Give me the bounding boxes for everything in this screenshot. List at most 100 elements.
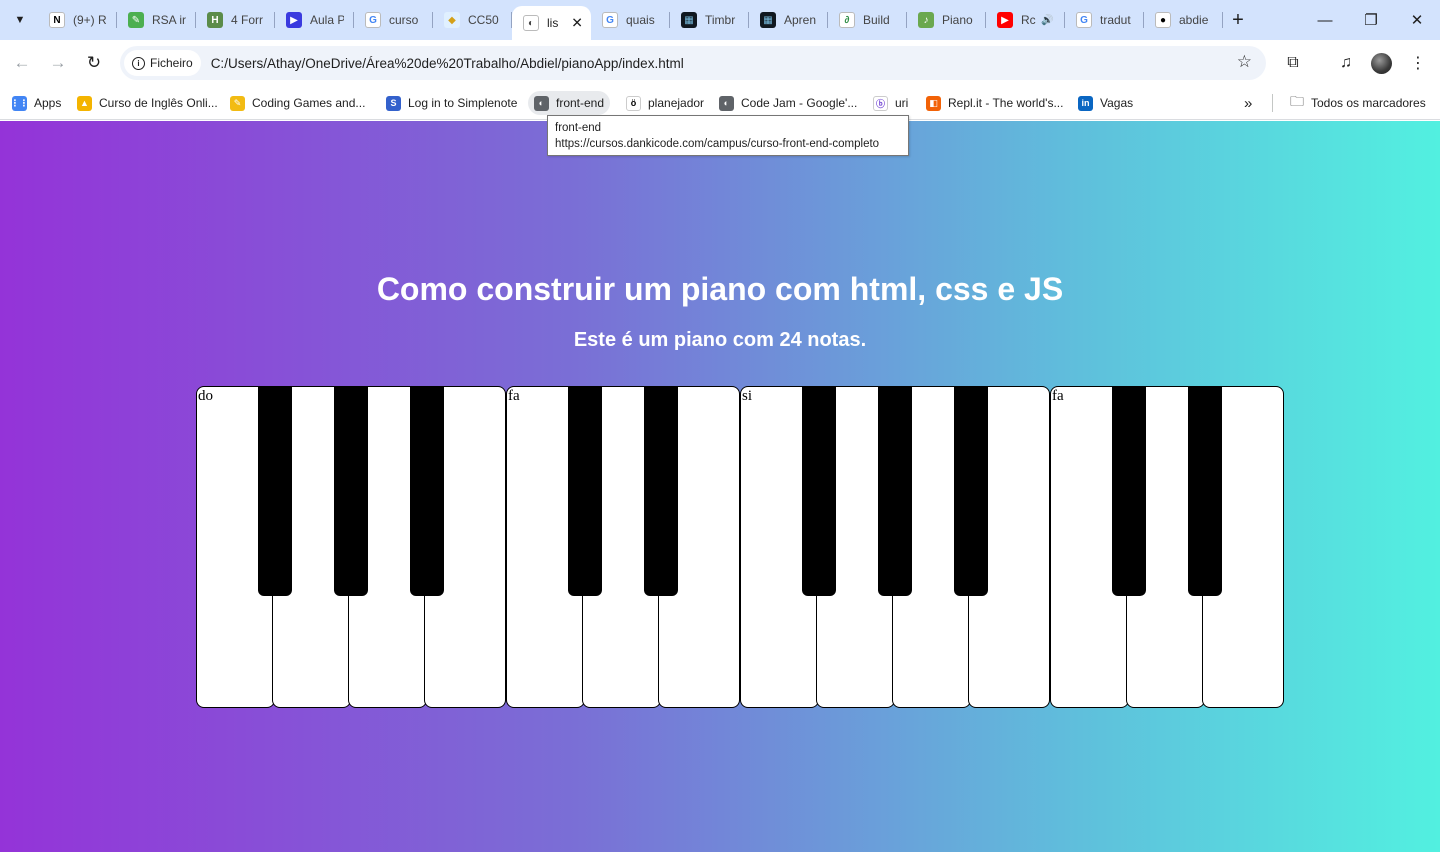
more-bookmarks-button[interactable]: » [1238, 91, 1258, 115]
cc50-icon: ◆ [444, 12, 460, 28]
tab-4[interactable]: Gcurso [354, 0, 433, 40]
bookmark-label: uri [895, 96, 909, 110]
black-key[interactable] [258, 386, 292, 596]
menu-button[interactable]: ⋮ [1403, 48, 1433, 78]
address-bar[interactable]: i Ficheiro C:/Users/Athay/OneDrive/Área%… [120, 46, 1266, 80]
black-key[interactable] [802, 386, 836, 596]
google-icon: G [365, 12, 381, 28]
tab-label: Aula P [310, 13, 344, 27]
replit-icon: ◧ [926, 95, 941, 111]
globe-icon: ◐ [534, 95, 549, 111]
tab-13[interactable]: Gtradut [1065, 0, 1144, 40]
extensions-button[interactable]: ⧉ [1278, 48, 1308, 78]
chevron-down-icon: ▼ [14, 14, 26, 26]
note-label: fa [508, 388, 520, 404]
bookmark-tooltip: front-end https://cursos.dankicode.com/c… [547, 115, 909, 156]
browser-toolbar: ← → ↻ i Ficheiro C:/Users/Athay/OneDrive… [0, 40, 1440, 86]
site-info-label: Ficheiro [150, 56, 193, 70]
speaker-icon[interactable]: 🔊 [1041, 15, 1053, 26]
star-icon[interactable]: ☆ [1237, 52, 1252, 72]
tab-12[interactable]: ▶ Rc 🔊 [986, 0, 1065, 40]
bookmark-item[interactable]: ö planejador [620, 91, 710, 115]
page-subtitle: Este é um piano com 24 notas. [573, 329, 867, 351]
black-key[interactable] [878, 386, 912, 596]
close-tab-icon[interactable]: ✕ [571, 15, 583, 32]
bookmark-label: Apps [34, 96, 62, 110]
google-icon: G [602, 12, 618, 28]
minimize-button[interactable]: — [1302, 0, 1348, 40]
black-key[interactable] [334, 386, 368, 596]
bookmark-label: Coding Games and... [252, 96, 366, 110]
tab-10[interactable]: ∂ Build [828, 0, 907, 40]
arrow-left-icon: ← [13, 53, 31, 72]
bookmark-label: planejador [648, 96, 705, 110]
black-key[interactable] [568, 386, 602, 596]
globe-icon: ◐ [523, 15, 539, 31]
tab-8[interactable]: ▦ Timbr [670, 0, 749, 40]
bookmark-item[interactable]: ◐ Code Jam - Google'... [713, 91, 863, 115]
bookmark-item[interactable]: ◧ Repl.it - The world's... [920, 91, 1069, 115]
media-control-button[interactable]: ♫ [1331, 48, 1361, 78]
bookmark-item[interactable]: ✎ Coding Games and... [224, 91, 371, 115]
new-tab-button[interactable]: + [1224, 6, 1252, 34]
bookmark-label: front-end [556, 96, 605, 110]
tab-label: curso [389, 13, 419, 27]
tab-6[interactable]: ◐ lis ✕ [512, 6, 591, 40]
puzzle-icon: ⧉ [1287, 54, 1299, 71]
bookmark-item[interactable]: ⓑ uri [867, 91, 914, 115]
site-info-chip[interactable]: i Ficheiro [124, 50, 201, 76]
reload-button[interactable]: ↻ [79, 48, 109, 78]
kebab-menu-icon: ⋮ [1410, 55, 1426, 72]
black-key[interactable] [644, 386, 678, 596]
tab-search-button[interactable]: ▼ [6, 6, 34, 34]
tab-9[interactable]: ▦ Apren [749, 0, 828, 40]
all-bookmarks-button[interactable]: 🗀 Todos os marcadores [1284, 91, 1432, 115]
tab-strip: ▼ N (9+) R ✎ RSA ir H 4 Forr ▶ Aula P Gcurso ◆ CC5… [0, 0, 1440, 40]
tab-5[interactable]: ◆ CC50 [433, 0, 512, 40]
tab-label: Timbr [705, 13, 736, 27]
black-key[interactable] [954, 386, 988, 596]
black-key[interactable] [1112, 386, 1146, 596]
tab-label: RSA ir [152, 13, 186, 27]
timbre-icon: ▦ [760, 12, 776, 28]
note-label: do [198, 388, 213, 404]
tab-2[interactable]: H 4 Forr [196, 0, 275, 40]
url-text[interactable]: C:/Users/Athay/OneDrive/Área%20de%20Trab… [211, 56, 684, 71]
tab-label: abdie [1179, 13, 1209, 27]
bookmark-label: Vagas [1100, 96, 1134, 110]
tab-label: Apren [784, 13, 817, 27]
tab-7[interactable]: Gquais [591, 0, 670, 40]
bookmark-item[interactable]: ◐ front-end [528, 91, 611, 115]
black-key[interactable] [410, 386, 444, 596]
close-icon: ✕ [1410, 12, 1424, 29]
back-button[interactable]: ← [7, 48, 37, 78]
bookmark-label: Log in to Simplenote [408, 96, 518, 110]
piano: do fa si fa [196, 386, 1284, 708]
github-icon: ● [1155, 12, 1171, 28]
black-key[interactable] [1188, 386, 1222, 596]
tab-14[interactable]: ● abdie [1144, 0, 1223, 40]
tab-0[interactable]: N (9+) R [38, 0, 117, 40]
folder-icon: 🗀 [1290, 93, 1304, 109]
tab-label: Piano [942, 13, 973, 27]
tooltip-url: https://cursos.dankicode.com/campus/curs… [555, 138, 880, 150]
tab-3[interactable]: ▶ Aula P [275, 0, 354, 40]
tab-11[interactable]: ♪ Piano [907, 0, 986, 40]
bookmark-item[interactable]: S Log in to Simplenote [380, 91, 523, 115]
avatar[interactable] [1371, 53, 1392, 74]
bookmark-item[interactable]: in Vagas [1072, 91, 1139, 115]
globe-icon: ◐ [719, 95, 734, 111]
forward-button[interactable]: → [43, 48, 73, 78]
music-icon: ♪ [918, 12, 934, 28]
tab-label: tradut [1100, 13, 1131, 27]
close-window-button[interactable]: ✕ [1394, 0, 1440, 40]
tab-1[interactable]: ✎ RSA ir [117, 0, 196, 40]
media-queue-icon: ♫ [1340, 54, 1352, 71]
bookmark-item[interactable]: ▲ Curso de Inglês Onli... [71, 91, 224, 115]
bookmark-label: Curso de Inglês Onli... [99, 96, 218, 110]
restore-button[interactable]: ❐ [1348, 0, 1394, 40]
beecrowd-icon: ⓑ [873, 95, 888, 111]
tab-label: CC50 [468, 13, 499, 27]
apps-grid-icon: ⋮⋮ [11, 95, 29, 111]
bookmark-item[interactable]: ⋮⋮ Apps [6, 91, 67, 115]
